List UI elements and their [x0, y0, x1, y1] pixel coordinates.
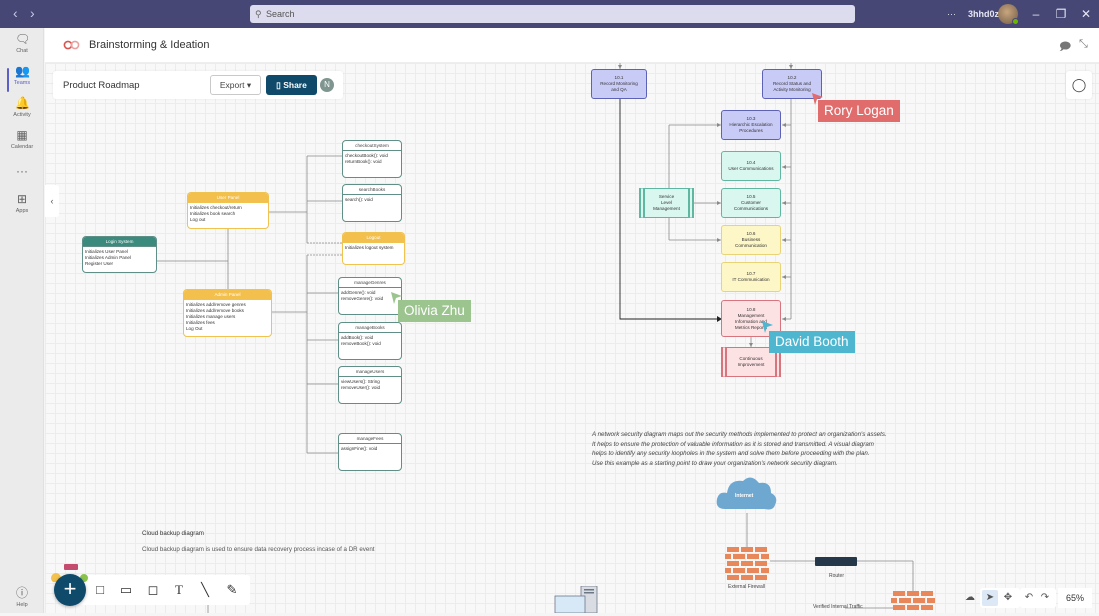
comment-icon: ◯: [1071, 77, 1087, 92]
pen-tool-icon[interactable]: ✎: [223, 581, 241, 599]
back-arrow-icon[interactable]: ‹: [13, 5, 18, 21]
help-icon: ⓘ: [15, 586, 28, 600]
uml-checkout-system[interactable]: checkoutSystem checkoutBook(): void retu…: [342, 140, 402, 178]
collapse-icon[interactable]: ⤡: [1079, 38, 1088, 51]
cloud-backup-title[interactable]: Cloud backup diagram: [142, 530, 204, 537]
collaborator-avatar[interactable]: N: [320, 78, 334, 92]
redo-icon[interactable]: ↷: [1037, 590, 1053, 606]
document-bar: Product Roadmap Export ▾ ▯ Share N: [53, 71, 343, 99]
internal-firewall-icon[interactable]: [891, 591, 937, 613]
undo-icon[interactable]: ↶: [1021, 590, 1037, 606]
flow-box-service-level-management[interactable]: Service Level Management: [639, 188, 694, 218]
uml-manage-fees[interactable]: manageFees assignFine(): void: [338, 433, 402, 471]
flow-box-10-6[interactable]: 10.6 Business Communication: [721, 225, 781, 255]
rail-item-apps[interactable]: ⊞ Apps: [0, 192, 44, 222]
uml-logout[interactable]: Logout Initializes logout system: [342, 232, 405, 265]
rail-item-chat[interactable]: 🗨 Chat: [0, 32, 44, 62]
pan-move-icon[interactable]: ✥: [1000, 590, 1016, 606]
whiteboard-canvas[interactable]: Product Roadmap Export ▾ ▯ Share N ‹ ◯ L…: [45, 63, 1099, 613]
status-available-icon: [1012, 18, 1019, 25]
flow-box-10-7[interactable]: 10.7 IT Communication: [721, 262, 781, 292]
uml-manage-users[interactable]: manageUsers viewUsers(): String removeUs…: [338, 366, 402, 404]
document-name[interactable]: Product Roadmap: [63, 80, 140, 91]
uml-manage-books[interactable]: manageBooks addBook(): void removeBook()…: [338, 322, 402, 360]
uml-admin-panel[interactable]: Admin Panel Initializes add/remove genre…: [183, 289, 272, 337]
workstation-icon[interactable]: [553, 586, 603, 613]
app-rail: 🗨 Chat 👥 Teams 🔔 Activity ▦ Calendar ···…: [0, 28, 44, 613]
router-icon[interactable]: [815, 557, 857, 566]
app-header: Brainstorming & Ideation 🗩 ⤡: [45, 28, 1099, 63]
minimize-button[interactable]: –: [1026, 0, 1046, 28]
rail-item-more[interactable]: ···: [0, 164, 44, 194]
close-button[interactable]: ✕: [1076, 0, 1096, 28]
rail-item-calendar[interactable]: ▦ Calendar: [0, 128, 44, 158]
more-icon: ···: [16, 164, 28, 178]
line-tool-icon[interactable]: ╲: [196, 581, 214, 599]
app-logo-icon: [63, 40, 80, 50]
flow-box-10-1[interactable]: 10.1 Record Monitoring and QA: [591, 69, 647, 99]
cloud-sync-icon[interactable]: ☁: [962, 590, 978, 606]
select-pointer-icon[interactable]: ➤: [982, 590, 998, 606]
uml-login-system[interactable]: Login System Initializes User Panel Init…: [82, 236, 157, 273]
rail-item-help[interactable]: ⓘ Help: [0, 586, 44, 616]
more-options-button[interactable]: ···: [947, 0, 956, 28]
bell-icon: 🔔: [15, 96, 30, 110]
export-button[interactable]: Export ▾: [210, 75, 261, 95]
search-icon: ⚲: [255, 9, 262, 19]
flow-box-10-4[interactable]: 10.4 User Communications: [721, 151, 781, 181]
zoom-level[interactable]: 65%: [1058, 588, 1092, 608]
search-input[interactable]: ⚲ Search: [250, 5, 855, 23]
apps-icon: ⊞: [16, 192, 28, 206]
external-firewall-icon[interactable]: [725, 547, 771, 581]
chat-icon: 🗨: [15, 32, 31, 46]
network-diagram-description[interactable]: A network security diagram maps out the …: [592, 430, 992, 468]
verified-traffic-label: Verified Internal Traffic: [813, 604, 863, 610]
profile-avatar[interactable]: [998, 4, 1019, 25]
maximize-button[interactable]: ❐: [1051, 0, 1071, 28]
share-button[interactable]: ▯ Share: [266, 75, 317, 95]
collapse-panel-button[interactable]: ‹: [45, 185, 59, 217]
flow-box-10-5[interactable]: 10.5 Customer Communications: [721, 188, 781, 218]
sticky-note-tool-icon[interactable]: ◻: [144, 581, 162, 599]
forward-arrow-icon[interactable]: ›: [30, 5, 35, 21]
collaborator-cursor-david: David Booth: [769, 331, 855, 353]
router-label: Router: [829, 573, 845, 579]
pointer-tools: ➤ ✥: [980, 588, 1020, 608]
collaborator-cursor-rory: Rory Logan: [818, 100, 900, 122]
conversation-icon[interactable]: 🗩: [1059, 38, 1071, 57]
calendar-icon: ▦: [16, 128, 28, 142]
uml-user-panel[interactable]: User Panel Initializes checkout/return I…: [187, 192, 269, 229]
search-placeholder: Search: [266, 9, 295, 19]
comments-button[interactable]: ◯: [1066, 71, 1092, 99]
rectangle-tool-icon[interactable]: □: [91, 581, 109, 599]
add-button[interactable]: +: [54, 574, 86, 606]
title-bar: ‹ › ⚲ Search ··· 3hhd0z – ❐ ✕: [0, 0, 1099, 28]
internet-label: Internet: [735, 493, 754, 499]
app-title: Brainstorming & Ideation: [89, 39, 210, 51]
chevron-left-icon: ‹: [50, 196, 54, 206]
tenant-name[interactable]: 3hhd0z: [968, 0, 999, 28]
external-firewall-label: External Firewall: [728, 584, 765, 590]
uml-search-books[interactable]: searchBooks search(): void: [342, 184, 402, 222]
rail-item-teams[interactable]: 👥 Teams: [0, 64, 44, 94]
flow-box-10-3[interactable]: 10.3 Hierarchic Escalation Procedures: [721, 110, 781, 140]
history-tools: ↶ ↷: [1020, 588, 1056, 608]
teams-icon: 👥: [15, 64, 30, 78]
collaborator-cursor-olivia: Olivia Zhu: [398, 300, 471, 322]
text-tool-icon[interactable]: T: [170, 581, 188, 599]
rail-item-activity[interactable]: 🔔 Activity: [0, 96, 44, 126]
cloud-backup-description[interactable]: Cloud backup diagram is used to ensure d…: [142, 546, 375, 553]
card-tool-icon[interactable]: ▭: [117, 581, 135, 599]
